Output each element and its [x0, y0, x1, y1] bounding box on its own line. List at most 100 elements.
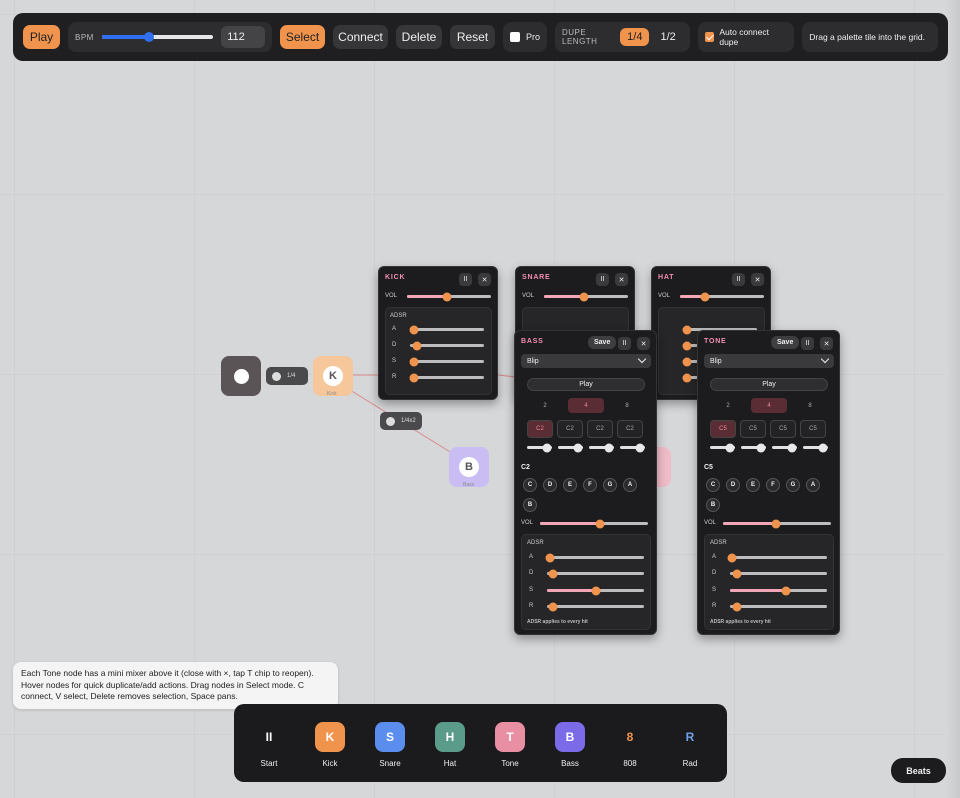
slider-thumb[interactable] [700, 292, 710, 301]
beats-button[interactable]: Beats [891, 758, 946, 783]
palette-tile-808[interactable]: 8 [615, 722, 645, 752]
bass-note-d[interactable]: D [543, 478, 557, 492]
connection-chip-quarter-x2[interactable]: 1/4x2 [380, 412, 422, 430]
bass-preset-select[interactable]: Blip [521, 354, 651, 368]
bass-save-button[interactable]: Save [588, 336, 617, 349]
bass-sustain-slider[interactable] [547, 586, 644, 595]
slider-thumb[interactable] [682, 325, 692, 334]
kick-release-slider[interactable] [409, 373, 484, 382]
hat-vol-slider[interactable] [680, 292, 764, 301]
tone-step[interactable]: C5 [710, 420, 736, 438]
bass-note-g[interactable]: G [603, 478, 617, 492]
tone-vol-slider[interactable] [723, 519, 831, 528]
bass-note-c[interactable]: C [523, 478, 537, 492]
hat-close-button[interactable]: ✕ [751, 273, 764, 286]
slider-thumb[interactable] [409, 373, 419, 382]
palette-tile-bass[interactable]: B [555, 722, 585, 752]
tone-step[interactable]: C5 [740, 420, 766, 438]
kick-decay-slider[interactable] [410, 341, 484, 350]
slider-thumb[interactable] [727, 553, 737, 562]
tone-length-4[interactable]: 4 [751, 398, 787, 413]
kick-vol-slider[interactable] [407, 292, 491, 301]
tone-step[interactable]: C5 [800, 420, 826, 438]
tone-save-button[interactable]: Save [771, 336, 800, 349]
palette-tile-tone[interactable]: T [495, 722, 525, 752]
start-node[interactable] [221, 356, 261, 396]
bass-length-4[interactable]: 4 [568, 398, 604, 413]
tone-note-d[interactable]: D [726, 478, 740, 492]
slider-thumb[interactable] [781, 586, 791, 595]
slider-thumb[interactable] [682, 357, 692, 366]
slider-thumb[interactable] [771, 519, 781, 528]
palette-tile-snare[interactable]: S [375, 722, 405, 752]
snare-vol-slider[interactable] [544, 292, 628, 301]
kick-sustain-slider[interactable] [409, 357, 484, 366]
slider-thumb[interactable] [682, 341, 692, 350]
slider-thumb[interactable] [409, 357, 419, 366]
bass-step[interactable]: C2 [527, 420, 553, 438]
bass-note-b[interactable]: B [523, 498, 537, 512]
tone-decay-slider[interactable] [730, 569, 827, 578]
tone-release-slider[interactable] [730, 602, 827, 611]
bass-step[interactable]: C2 [617, 420, 643, 438]
bass-step[interactable]: C2 [587, 420, 613, 438]
bass-step[interactable]: C2 [557, 420, 583, 438]
palette-tile-rad[interactable]: R [675, 722, 705, 752]
bass-note-f[interactable]: F [583, 478, 597, 492]
tone-step-slider[interactable] [803, 443, 828, 452]
tone-play-button[interactable]: Play [710, 378, 828, 391]
tone-note-e[interactable]: E [746, 478, 760, 492]
slider-thumb[interactable] [409, 325, 419, 334]
tone-close-button[interactable]: ✕ [820, 337, 833, 350]
palette-tile-kick[interactable]: K [315, 722, 345, 752]
connection-chip-quarter[interactable]: 1/4 [266, 367, 308, 385]
kick-pause-button[interactable]: II [459, 273, 472, 286]
slider-thumb[interactable] [412, 341, 422, 350]
tone-preset-select[interactable]: Blip [704, 354, 834, 368]
bass-node[interactable]: B [449, 447, 489, 487]
bass-attack-slider[interactable] [545, 553, 644, 562]
snare-pause-button[interactable]: II [596, 273, 609, 286]
tone-note-c[interactable]: C [706, 478, 720, 492]
kick-node[interactable]: K [313, 356, 353, 396]
bass-step-slider[interactable] [620, 443, 645, 452]
tone-note-a[interactable]: A [806, 478, 820, 492]
hat-pause-button[interactable]: II [732, 273, 745, 286]
bass-note-e[interactable]: E [563, 478, 577, 492]
tone-step-slider[interactable] [772, 443, 797, 452]
palette-tile-hat[interactable]: H [435, 722, 465, 752]
snare-close-button[interactable]: ✕ [615, 273, 628, 286]
kick-attack-slider[interactable] [409, 325, 484, 334]
bass-step-slider[interactable] [558, 443, 583, 452]
slider-thumb[interactable] [682, 373, 692, 382]
tone-note-b[interactable]: B [706, 498, 720, 512]
slider-thumb[interactable] [548, 602, 558, 611]
slider-thumb[interactable] [732, 602, 742, 611]
slider-thumb[interactable] [442, 292, 452, 301]
bass-decay-slider[interactable] [547, 569, 644, 578]
kick-close-button[interactable]: ✕ [478, 273, 491, 286]
bass-step-slider[interactable] [589, 443, 614, 452]
tone-step-slider[interactable] [741, 443, 766, 452]
slider-thumb[interactable] [579, 292, 589, 301]
tone-pause-button[interactable]: II [801, 337, 814, 350]
tone-sustain-slider[interactable] [730, 586, 827, 595]
bass-step-slider[interactable] [527, 443, 552, 452]
bass-close-button[interactable]: ✕ [637, 337, 650, 350]
tone-note-f[interactable]: F [766, 478, 780, 492]
bass-length-8[interactable]: 8 [609, 398, 645, 413]
bass-note-a[interactable]: A [623, 478, 637, 492]
slider-thumb[interactable] [548, 569, 558, 578]
slider-thumb[interactable] [732, 569, 742, 578]
tone-attack-slider[interactable] [727, 553, 827, 562]
slider-thumb[interactable] [545, 553, 555, 562]
bass-vol-slider[interactable] [540, 519, 648, 528]
tone-note-g[interactable]: G [786, 478, 800, 492]
bass-pause-button[interactable]: II [618, 337, 631, 350]
tone-step-slider[interactable] [710, 443, 735, 452]
tone-step[interactable]: C5 [770, 420, 796, 438]
slider-thumb[interactable] [595, 519, 605, 528]
bass-release-slider[interactable] [547, 602, 644, 611]
bass-length-2[interactable]: 2 [527, 398, 563, 413]
palette-tile-start[interactable]: II [254, 722, 284, 752]
